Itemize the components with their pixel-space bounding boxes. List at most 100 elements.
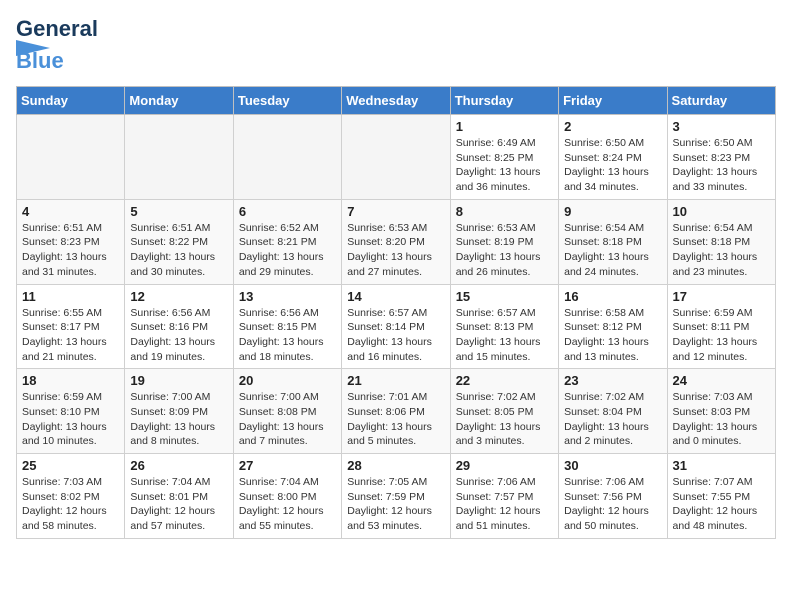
calendar-cell: 26 Sunrise: 7:04 AM Sunset: 8:01 PM Dayli… [125,454,233,539]
page-header: General Blue [16,16,776,74]
day-info: Sunrise: 7:04 AM Sunset: 8:00 PM Dayligh… [239,475,336,534]
calendar-header: SundayMondayTuesdayWednesdayThursdayFrid… [17,87,776,115]
day-number: 24 [673,373,770,388]
calendar-cell: 24 Sunrise: 7:03 AM Sunset: 8:03 PM Dayli… [667,369,775,454]
day-number: 15 [456,289,553,304]
day-info: Sunrise: 6:54 AM Sunset: 8:18 PM Dayligh… [564,221,661,280]
calendar-cell [17,115,125,200]
calendar-cell: 25Sunrise: 7:03 AM Sunset: 8:02 PM Dayli… [17,454,125,539]
day-info: Sunrise: 7:01 AM Sunset: 8:06 PM Dayligh… [347,390,444,449]
calendar-cell: 16 Sunrise: 6:58 AM Sunset: 8:12 PM Dayli… [559,284,667,369]
day-number: 10 [673,204,770,219]
col-header-tuesday: Tuesday [233,87,341,115]
calendar-cell: 18 Sunrise: 6:59 AM Sunset: 8:10 PM Dayli… [17,369,125,454]
week-row-1: 1 Sunrise: 6:49 AM Sunset: 8:25 PM Daylig… [17,115,776,200]
day-info: Sunrise: 6:51 AM Sunset: 8:23 PM Dayligh… [22,221,119,280]
day-number: 28 [347,458,444,473]
day-number: 23 [564,373,661,388]
calendar-cell: 22 Sunrise: 7:02 AM Sunset: 8:05 PM Dayli… [450,369,558,454]
day-number: 13 [239,289,336,304]
day-number: 21 [347,373,444,388]
day-number: 18 [22,373,119,388]
col-header-monday: Monday [125,87,233,115]
day-info: Sunrise: 6:53 AM Sunset: 8:19 PM Dayligh… [456,221,553,280]
calendar-cell: 12 Sunrise: 6:56 AM Sunset: 8:16 PM Dayli… [125,284,233,369]
day-info: Sunrise: 7:00 AM Sunset: 8:08 PM Dayligh… [239,390,336,449]
day-info: Sunrise: 7:04 AM Sunset: 8:01 PM Dayligh… [130,475,227,534]
day-info: Sunrise: 6:57 AM Sunset: 8:13 PM Dayligh… [456,306,553,365]
calendar-cell: 7 Sunrise: 6:53 AM Sunset: 8:20 PM Daylig… [342,199,450,284]
day-info: Sunrise: 6:59 AM Sunset: 8:10 PM Dayligh… [22,390,119,449]
day-info: Sunrise: 7:06 AM Sunset: 7:57 PM Dayligh… [456,475,553,534]
calendar-cell: 9Sunrise: 6:54 AM Sunset: 8:18 PM Daylig… [559,199,667,284]
day-number: 2 [564,119,661,134]
calendar-table: SundayMondayTuesdayWednesdayThursdayFrid… [16,86,776,539]
day-number: 27 [239,458,336,473]
day-info: Sunrise: 7:00 AM Sunset: 8:09 PM Dayligh… [130,390,227,449]
day-info: Sunrise: 6:50 AM Sunset: 8:23 PM Dayligh… [673,136,770,195]
day-number: 6 [239,204,336,219]
day-info: Sunrise: 6:57 AM Sunset: 8:14 PM Dayligh… [347,306,444,365]
day-info: Sunrise: 6:53 AM Sunset: 8:20 PM Dayligh… [347,221,444,280]
logo: General Blue [16,16,98,74]
day-info: Sunrise: 7:07 AM Sunset: 7:55 PM Dayligh… [673,475,770,534]
calendar-cell: 14 Sunrise: 6:57 AM Sunset: 8:14 PM Dayli… [342,284,450,369]
calendar-cell [342,115,450,200]
day-info: Sunrise: 6:50 AM Sunset: 8:24 PM Dayligh… [564,136,661,195]
calendar-cell: 28 Sunrise: 7:05 AM Sunset: 7:59 PM Dayli… [342,454,450,539]
day-info: Sunrise: 6:52 AM Sunset: 8:21 PM Dayligh… [239,221,336,280]
day-number: 12 [130,289,227,304]
calendar-cell: 6 Sunrise: 6:52 AM Sunset: 8:21 PM Daylig… [233,199,341,284]
week-row-5: 25Sunrise: 7:03 AM Sunset: 8:02 PM Dayli… [17,454,776,539]
day-number: 20 [239,373,336,388]
day-number: 26 [130,458,227,473]
calendar-cell: 23 Sunrise: 7:02 AM Sunset: 8:04 PM Dayli… [559,369,667,454]
week-row-2: 4Sunrise: 6:51 AM Sunset: 8:23 PM Daylig… [17,199,776,284]
logo-general: General [16,16,98,41]
day-number: 17 [673,289,770,304]
col-header-wednesday: Wednesday [342,87,450,115]
day-info: Sunrise: 7:02 AM Sunset: 8:04 PM Dayligh… [564,390,661,449]
calendar-cell: 15 Sunrise: 6:57 AM Sunset: 8:13 PM Dayli… [450,284,558,369]
day-number: 30 [564,458,661,473]
day-number: 22 [456,373,553,388]
calendar-cell: 3 Sunrise: 6:50 AM Sunset: 8:23 PM Daylig… [667,115,775,200]
day-info: Sunrise: 7:05 AM Sunset: 7:59 PM Dayligh… [347,475,444,534]
day-info: Sunrise: 6:51 AM Sunset: 8:22 PM Dayligh… [130,221,227,280]
day-number: 19 [130,373,227,388]
calendar-cell: 20 Sunrise: 7:00 AM Sunset: 8:08 PM Dayli… [233,369,341,454]
day-number: 14 [347,289,444,304]
day-number: 29 [456,458,553,473]
day-number: 1 [456,119,553,134]
day-info: Sunrise: 6:56 AM Sunset: 8:15 PM Dayligh… [239,306,336,365]
col-header-friday: Friday [559,87,667,115]
day-info: Sunrise: 6:59 AM Sunset: 8:11 PM Dayligh… [673,306,770,365]
calendar-cell [125,115,233,200]
day-number: 3 [673,119,770,134]
day-info: Sunrise: 6:58 AM Sunset: 8:12 PM Dayligh… [564,306,661,365]
calendar-cell: 4Sunrise: 6:51 AM Sunset: 8:23 PM Daylig… [17,199,125,284]
day-number: 31 [673,458,770,473]
day-info: Sunrise: 6:49 AM Sunset: 8:25 PM Dayligh… [456,136,553,195]
calendar-cell: 29 Sunrise: 7:06 AM Sunset: 7:57 PM Dayli… [450,454,558,539]
day-info: Sunrise: 6:55 AM Sunset: 8:17 PM Dayligh… [22,306,119,365]
day-info: Sunrise: 6:56 AM Sunset: 8:16 PM Dayligh… [130,306,227,365]
calendar-cell [233,115,341,200]
col-header-sunday: Sunday [17,87,125,115]
col-header-saturday: Saturday [667,87,775,115]
day-info: Sunrise: 6:54 AM Sunset: 8:18 PM Dayligh… [673,221,770,280]
day-info: Sunrise: 7:03 AM Sunset: 8:03 PM Dayligh… [673,390,770,449]
calendar-cell: 8 Sunrise: 6:53 AM Sunset: 8:19 PM Daylig… [450,199,558,284]
week-row-4: 18 Sunrise: 6:59 AM Sunset: 8:10 PM Dayli… [17,369,776,454]
calendar-cell: 2 Sunrise: 6:50 AM Sunset: 8:24 PM Daylig… [559,115,667,200]
calendar-cell: 13 Sunrise: 6:56 AM Sunset: 8:15 PM Dayli… [233,284,341,369]
calendar-cell: 5Sunrise: 6:51 AM Sunset: 8:22 PM Daylig… [125,199,233,284]
day-number: 11 [22,289,119,304]
day-number: 8 [456,204,553,219]
calendar-cell: 11 Sunrise: 6:55 AM Sunset: 8:17 PM Dayli… [17,284,125,369]
day-info: Sunrise: 7:02 AM Sunset: 8:05 PM Dayligh… [456,390,553,449]
day-number: 16 [564,289,661,304]
day-number: 7 [347,204,444,219]
calendar-cell: 30Sunrise: 7:06 AM Sunset: 7:56 PM Dayli… [559,454,667,539]
col-header-thursday: Thursday [450,87,558,115]
